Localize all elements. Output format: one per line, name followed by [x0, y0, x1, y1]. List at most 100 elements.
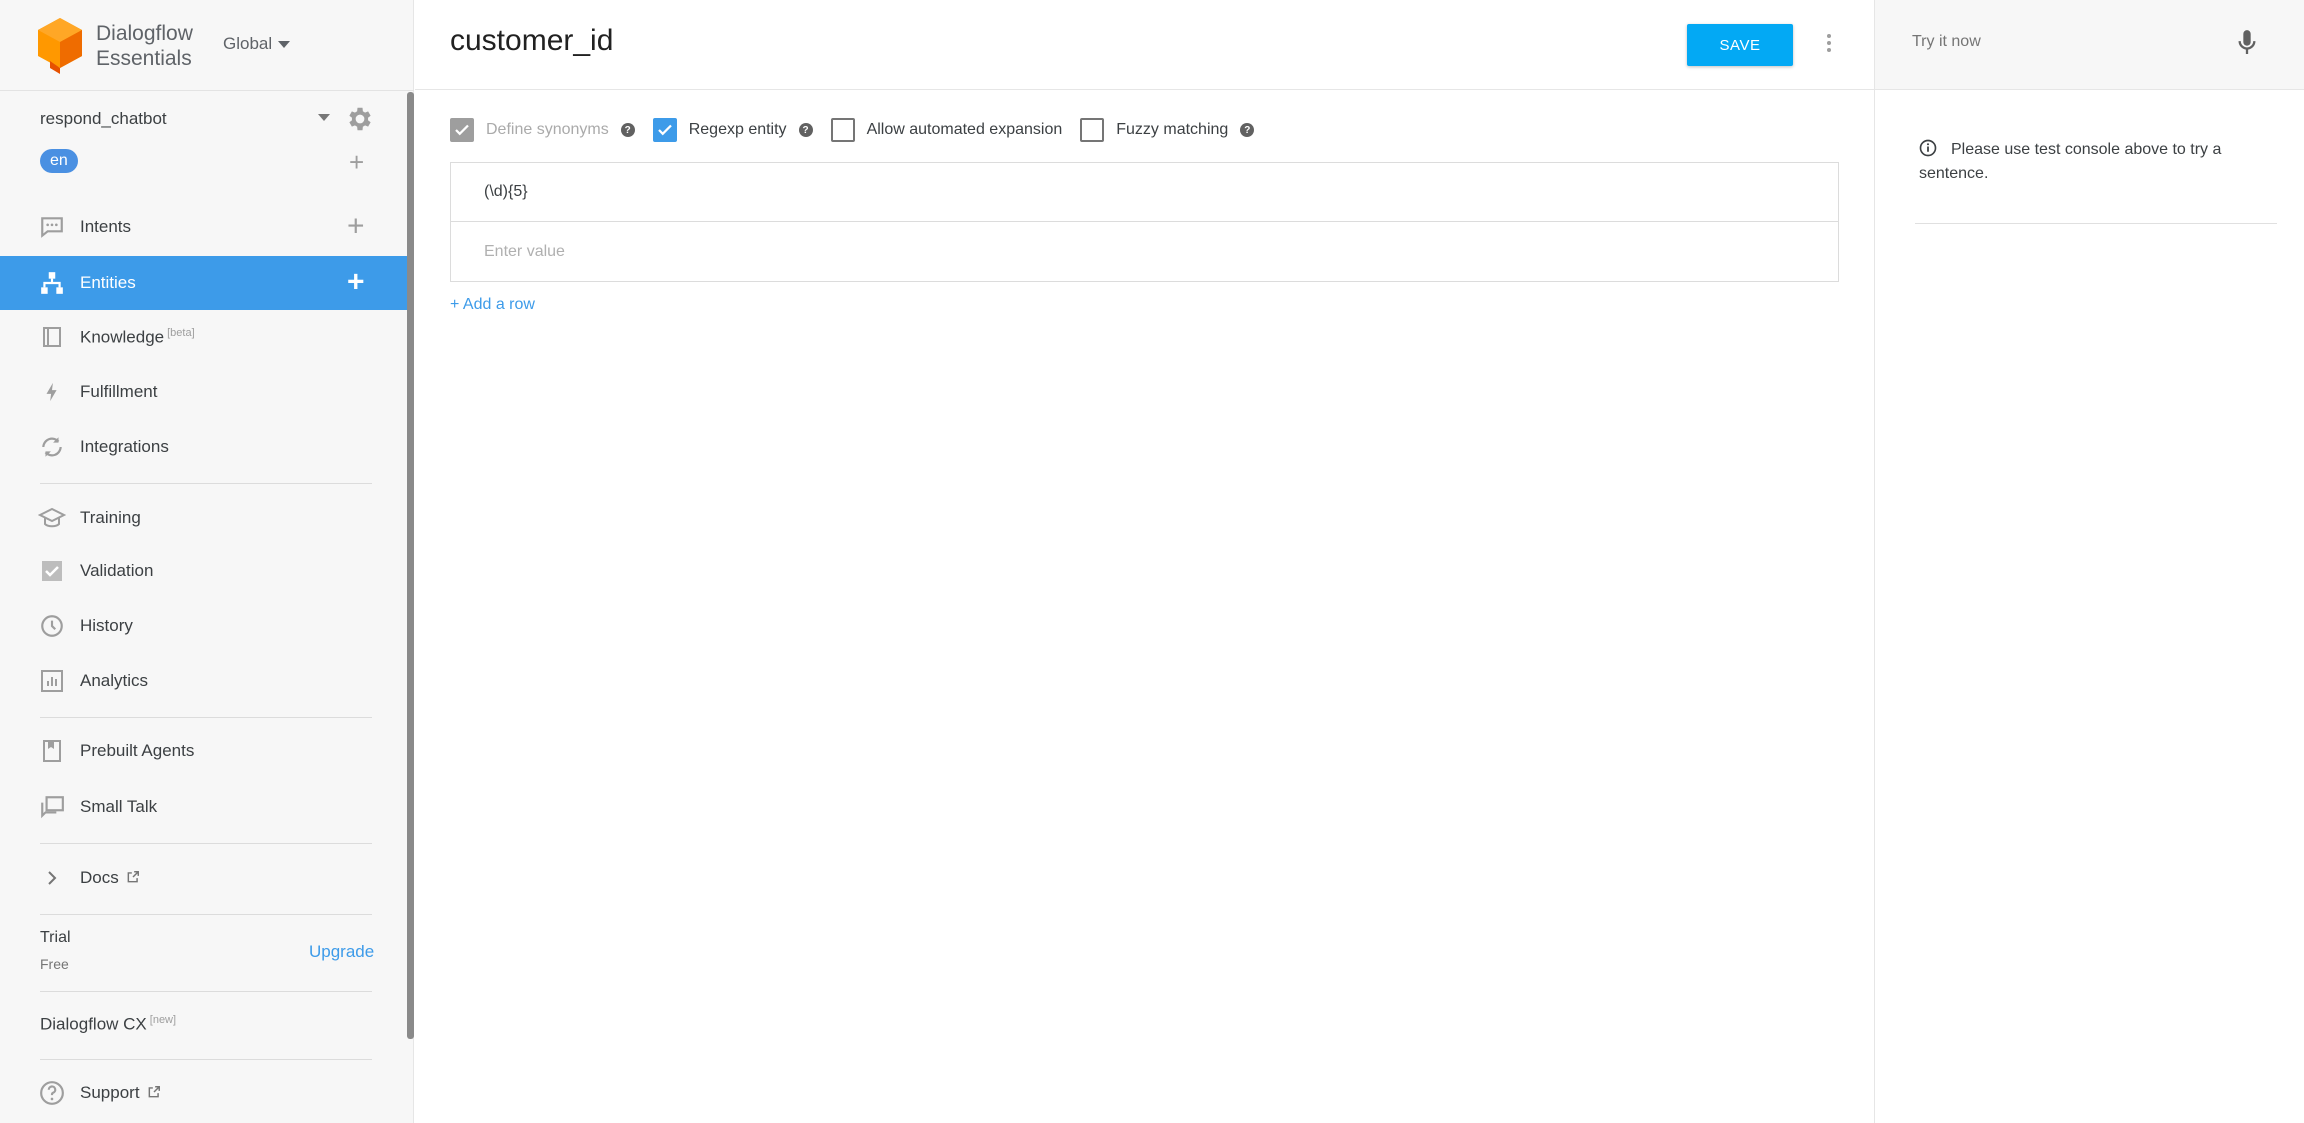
sidebar-item-label: Knowledge [beta] — [80, 327, 195, 348]
sidebar-item-integrations[interactable]: Integrations — [0, 420, 407, 474]
sidebar-item-label: Intents — [80, 217, 132, 236]
sidebar-item-support[interactable]: Support — [0, 1073, 407, 1113]
sidebar-item-history[interactable]: History — [0, 599, 407, 653]
agent-name: respond_chatbot — [40, 109, 167, 128]
try-it-now-input[interactable] — [1912, 33, 2212, 51]
support-label: Support — [80, 1083, 140, 1102]
fuzzy-matching-label: Fuzzy matching — [1116, 121, 1229, 138]
sidebar-item-entities[interactable]: Entities + — [0, 256, 407, 310]
add-intent-icon[interactable]: + — [347, 211, 365, 241]
option-regexp-entity[interactable]: Regexp entity ? — [652, 118, 813, 142]
sidebar-item-prebuilt-agents[interactable]: Prebuilt Agents — [0, 724, 407, 778]
check-icon — [455, 124, 469, 136]
agent-selector[interactable]: respond_chatbot — [40, 104, 375, 134]
brand-line-2: Essentials — [96, 47, 192, 70]
caret-down-icon[interactable] — [318, 114, 330, 121]
sidebar-item-docs[interactable]: Docs — [0, 851, 407, 905]
external-link-icon — [148, 1086, 161, 1098]
divider — [40, 991, 372, 992]
sidebar-item-label: Validation — [80, 561, 154, 580]
bar-chart-icon — [38, 667, 66, 695]
console-notice: Please use test console above to try a s… — [1919, 138, 2249, 186]
add-entity-icon[interactable]: + — [347, 267, 365, 297]
plan-name: Trial — [40, 929, 71, 946]
knowledge-label: Knowledge — [80, 327, 165, 347]
define-synonyms-checkbox[interactable] — [450, 118, 474, 142]
regexp-entity-label: Regexp entity — [688, 121, 787, 138]
enter-value-input[interactable] — [484, 242, 1084, 261]
help-icon[interactable]: ? — [620, 123, 635, 137]
brand-name: Dialogflow Essentials — [96, 21, 193, 71]
new-badge: [new] — [149, 1014, 177, 1026]
hierarchy-icon — [38, 269, 66, 297]
region-label: Global — [223, 34, 273, 53]
help-icon[interactable]: ? — [798, 123, 813, 137]
divider — [1915, 223, 2277, 224]
add-row-link[interactable]: + Add a row — [450, 296, 535, 314]
sidebar-item-fulfillment[interactable]: Fulfillment — [0, 365, 407, 419]
option-define-synonyms[interactable]: Define synonyms ? — [450, 118, 635, 142]
sidebar-item-validation[interactable]: Validation — [0, 544, 407, 598]
dialogflow-logo-icon — [38, 18, 82, 74]
microphone-icon[interactable] — [2236, 28, 2258, 58]
sidebar-item-analytics[interactable]: Analytics — [0, 654, 407, 708]
allow-automated-expansion-label: Allow automated expansion — [866, 121, 1063, 138]
divider — [40, 843, 372, 844]
entity-options: Define synonyms ? Regexp entity ? Allow … — [450, 117, 1272, 143]
entity-value[interactable]: (\d){5} — [484, 183, 528, 201]
clock-icon — [38, 612, 66, 640]
allow-automated-expansion-checkbox[interactable] — [830, 118, 855, 142]
test-console: Please use test console above to try a s… — [1874, 0, 2304, 1123]
sidebar-item-label: History — [80, 616, 133, 635]
define-synonyms-label: Define synonyms — [486, 121, 609, 138]
sidebar-scrollbar[interactable] — [407, 92, 414, 1039]
graduation-cap-icon — [38, 504, 66, 532]
external-link-icon — [128, 871, 140, 883]
docs-label: Docs — [80, 868, 119, 887]
sidebar-item-training[interactable]: Training — [0, 491, 407, 545]
sync-icon — [38, 433, 66, 461]
region-selector[interactable]: Global — [223, 34, 291, 54]
sidebar-item-knowledge[interactable]: Knowledge [beta] — [0, 310, 407, 364]
help-icon[interactable]: ? — [1240, 123, 1255, 137]
sidebar-item-label: Entities — [80, 273, 136, 292]
sidebar: Dialogflow Essentials Global respond_cha… — [0, 0, 414, 1123]
more-vert-icon[interactable] — [1819, 28, 1839, 58]
sidebar-item-label: Fulfillment — [80, 382, 158, 401]
option-allow-automated-expansion[interactable]: Allow automated expansion — [830, 118, 1063, 142]
fuzzy-matching-checkbox[interactable] — [1080, 118, 1105, 142]
regexp-entity-checkbox[interactable] — [652, 118, 677, 142]
help-circle-icon — [38, 1079, 66, 1107]
sidebar-item-intents[interactable]: Intents + — [0, 200, 407, 254]
sidebar-item-label: Small Talk — [80, 797, 158, 816]
add-language-icon[interactable]: + — [349, 149, 364, 175]
beta-badge: [beta] — [167, 326, 195, 339]
sidebar-item-small-talk[interactable]: Small Talk — [0, 780, 407, 834]
cx-label: Dialogflow CX — [40, 1014, 147, 1034]
bookmark-book-icon — [38, 737, 66, 765]
check-square-icon — [38, 557, 66, 585]
try-it-now-bar — [1875, 0, 2304, 90]
sidebar-item-label: Analytics — [80, 671, 149, 690]
brand-logo[interactable]: Dialogflow Essentials — [38, 18, 193, 74]
language-pill[interactable]: en — [40, 149, 78, 173]
caret-down-icon — [278, 40, 291, 48]
chat-windows-icon — [38, 793, 66, 821]
option-fuzzy-matching[interactable]: Fuzzy matching ? — [1080, 118, 1255, 142]
sidebar-item-label: Prebuilt Agents — [80, 741, 195, 760]
save-button[interactable]: SAVE — [1687, 24, 1793, 66]
chat-bubble-icon — [38, 213, 66, 241]
info-icon — [1919, 139, 1937, 157]
sidebar-item-label: Support — [80, 1083, 161, 1103]
entity-name[interactable]: customer_id — [450, 24, 613, 58]
gear-icon[interactable] — [345, 104, 375, 134]
upgrade-link[interactable]: Upgrade — [309, 942, 374, 962]
check-icon — [657, 124, 672, 136]
plan-tier: Free — [40, 956, 69, 972]
divider — [40, 1059, 372, 1060]
sidebar-item-label: Training — [80, 508, 141, 527]
divider — [40, 483, 372, 484]
table-row[interactable]: (\d){5} — [451, 163, 1838, 222]
table-row-new[interactable] — [451, 222, 1838, 281]
dialogflow-cx-link[interactable]: Dialogflow CX [new] — [40, 1014, 176, 1035]
